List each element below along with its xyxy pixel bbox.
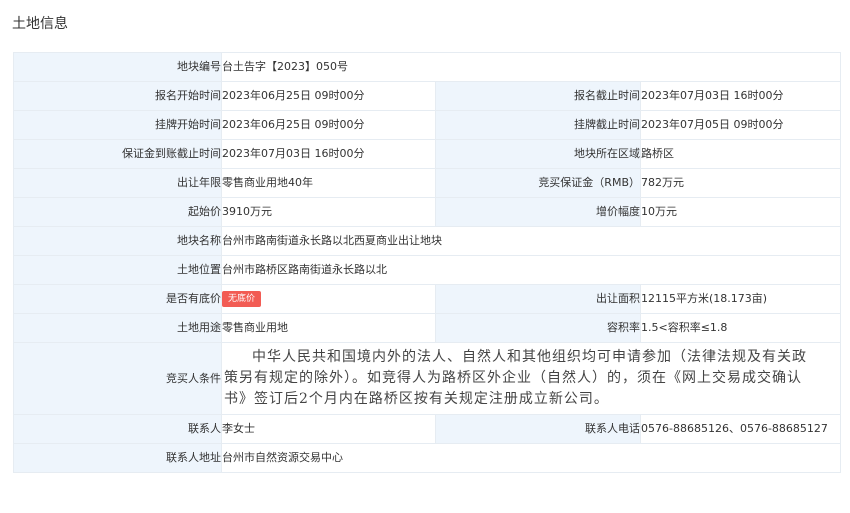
land-location-label: 土地位置 [13,255,222,285]
bidder-conditions-cell: 中华人民共和国境内外的法人、自然人和其他组织均可申请参加（法律法规及有关政策另有… [220,342,842,415]
bidder-conditions-label: 竞买人条件 [13,342,222,415]
bid-deposit-value: 782万元 [639,168,842,198]
table-row: 地块编号 台土告字【2023】050号 [13,52,842,82]
table-row: 出让年限 零售商业用地40年 竞买保证金（RMB） 782万元 [13,168,842,198]
contact-person-label: 联系人 [13,414,222,444]
parcel-district-value: 路桥区 [639,139,842,169]
table-row: 地块名称 台州市路南街道永长路以北西夏商业出让地块 [13,226,842,256]
transfer-term-label: 出让年限 [13,168,222,198]
table-row: 是否有底价 无底价 出让面积 12115平方米(18.173亩) [13,284,842,314]
section-title: 土地信息 [12,16,68,32]
table-row: 起始价 3910万元 增价幅度 10万元 [13,197,842,227]
table-row: 土地位置 台州市路桥区路南街道永长路以北 [13,255,842,285]
bidder-conditions-text: 中华人民共和国境内外的法人、自然人和其他组织均可申请参加（法律法规及有关政策另有… [224,349,807,407]
registration-start-value: 2023年06月25日 09时00分 [221,81,436,111]
contact-phone-value: 0576-88685126、0576-88685127 [639,414,842,444]
transfer-area-value: 12115平方米(18.173亩) [639,284,842,314]
table-row: 保证金到账截止时间 2023年07月03日 16时00分 地块所在区域 路桥区 [13,139,842,169]
registration-end-label: 报名截止时间 [435,81,641,111]
contact-address-value: 台州市自然资源交易中心 [220,443,842,473]
listing-end-label: 挂牌截止时间 [435,110,641,140]
table-row: 土地用途 零售商业用地 容积率 1.5<容积率≤1.8 [13,313,842,343]
transfer-area-label: 出让面积 [435,284,641,314]
table-row: 联系人地址 台州市自然资源交易中心 [13,443,842,473]
bid-increment-label: 增价幅度 [435,197,641,227]
parcel-number-value: 台土告字【2023】050号 [220,52,842,82]
parcel-number-label: 地块编号 [13,52,222,82]
plot-ratio-label: 容积率 [435,313,641,343]
table-row: 竞买人条件 中华人民共和国境内外的法人、自然人和其他组织均可申请参加（法律法规及… [13,342,842,415]
reserve-price-label: 是否有底价 [13,284,222,314]
contact-person-value: 李女士 [221,414,436,444]
listing-start-label: 挂牌开始时间 [13,110,222,140]
land-use-label: 土地用途 [13,313,222,343]
table-row: 挂牌开始时间 2023年06月25日 09时00分 挂牌截止时间 2023年07… [13,110,842,140]
parcel-name-value: 台州市路南街道永长路以北西夏商业出让地块 [220,226,842,256]
contact-phone-label: 联系人电话 [435,414,641,444]
contact-address-label: 联系人地址 [13,443,222,473]
parcel-district-label: 地块所在区域 [435,139,641,169]
deposit-deadline-value: 2023年07月03日 16时00分 [221,139,436,169]
deposit-deadline-label: 保证金到账截止时间 [13,139,222,169]
bid-deposit-label: 竞买保证金（RMB） [435,168,641,198]
land-use-value: 零售商业用地 [221,313,436,343]
land-location-value: 台州市路桥区路南街道永长路以北 [220,255,842,285]
starting-price-value: 3910万元 [221,197,436,227]
registration-start-label: 报名开始时间 [13,81,222,111]
land-info-table: 地块编号 台土告字【2023】050号 报名开始时间 2023年06月25日 0… [13,52,842,473]
table-row: 联系人 李女士 联系人电话 0576-88685126、0576-8868512… [13,414,842,444]
parcel-name-label: 地块名称 [13,226,222,256]
listing-start-value: 2023年06月25日 09时00分 [221,110,436,140]
no-reserve-badge: 无底价 [222,291,262,307]
starting-price-label: 起始价 [13,197,222,227]
registration-end-value: 2023年07月03日 16时00分 [639,81,842,111]
plot-ratio-value: 1.5<容积率≤1.8 [639,313,842,343]
listing-end-value: 2023年07月05日 09时00分 [639,110,842,140]
table-row: 报名开始时间 2023年06月25日 09时00分 报名截止时间 2023年07… [13,81,842,111]
bid-increment-value: 10万元 [639,197,842,227]
transfer-term-value: 零售商业用地40年 [221,168,436,198]
reserve-price-value: 无底价 [221,284,436,314]
